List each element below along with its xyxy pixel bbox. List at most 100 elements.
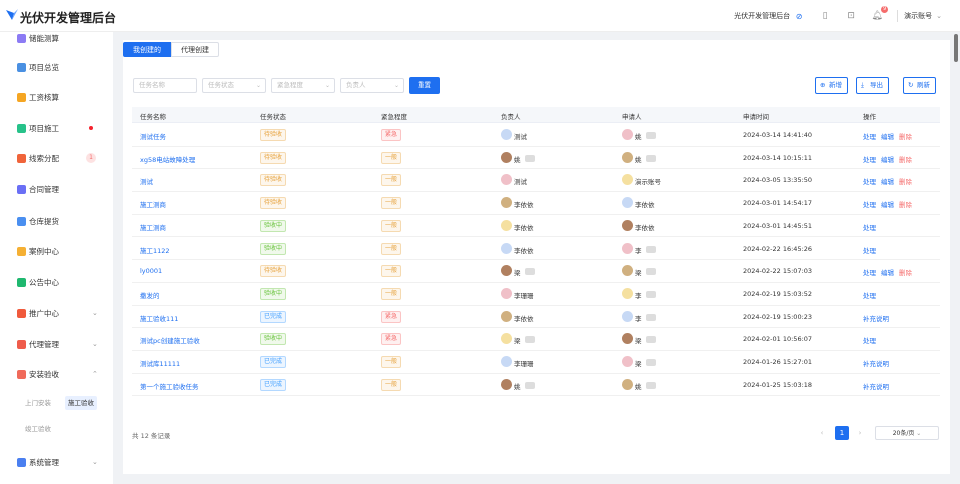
export-button[interactable]: ⤓ 导出 xyxy=(856,77,889,94)
urgency-badge: 一般 xyxy=(381,287,402,300)
sidebar-item-label: 工资核算 xyxy=(29,92,59,102)
task-name-link[interactable]: 施工1122 xyxy=(140,245,170,255)
sidebar-item-5[interactable]: 合同管理 xyxy=(0,181,113,197)
task-name-link[interactable]: 施工验收111 xyxy=(140,313,178,323)
status-badge: 待验收 xyxy=(260,265,287,278)
edit-link[interactable]: 编辑 xyxy=(881,178,894,186)
process-link[interactable]: 处理 xyxy=(863,156,876,164)
page-size-select[interactable]: 20条/页 ⌄ xyxy=(875,426,939,440)
task-name-link[interactable]: 测试pc创建施工验收 xyxy=(140,335,200,345)
bell-icon[interactable]: 🔔︎ 9 xyxy=(871,6,889,22)
process-link[interactable]: 处理 xyxy=(863,178,876,186)
table-row: 测试库11111 已完成 一般 李珊珊 梁 2024-01-26 15:27:01 补充说明 xyxy=(132,351,940,374)
sidebar-item-2[interactable]: 工资核算 xyxy=(0,89,113,105)
page-number-current[interactable]: 1 xyxy=(835,426,849,440)
sidebar-item-label: 线索分配 xyxy=(29,153,59,163)
sidebar-item-4[interactable]: 线索分配 1 xyxy=(0,150,113,166)
sidebar-item-6[interactable]: 仓库提货 xyxy=(0,213,113,229)
task-name-input[interactable]: 任务名称 xyxy=(133,78,197,93)
task-status-select[interactable]: 任务状态 ⌄ xyxy=(202,78,266,93)
sidebar-item-0[interactable]: 储能测算 xyxy=(0,30,113,46)
sidebar-item-3[interactable]: 项目施工 xyxy=(0,120,113,136)
tab-my-created[interactable]: 我创建的 xyxy=(123,42,171,57)
next-page-button[interactable]: › xyxy=(853,426,867,440)
sidebar-item-10[interactable]: 代理管理 ⌄ xyxy=(0,336,113,352)
sidebar-item-1[interactable]: 项目总览 xyxy=(0,59,113,75)
task-name-link[interactable]: 撒发的 xyxy=(140,290,160,300)
task-name-link[interactable]: 测试库11111 xyxy=(140,358,180,368)
urgency-badge: 一般 xyxy=(381,265,402,278)
process-link[interactable]: 处理 xyxy=(863,337,876,345)
edit-link[interactable]: 编辑 xyxy=(881,133,894,141)
redacted xyxy=(646,381,656,389)
scrollbar[interactable] xyxy=(954,34,958,62)
submenu-item-2[interactable]: 竣工验收 xyxy=(22,422,54,436)
avatar xyxy=(501,197,512,209)
delete-link[interactable]: 删除 xyxy=(899,156,912,164)
refresh-button[interactable]: ↻ 刷新 xyxy=(903,77,936,94)
divider xyxy=(897,10,899,22)
avatar xyxy=(622,197,633,209)
urgency-badge: 一般 xyxy=(381,378,402,391)
col-applicant: 申请人 xyxy=(622,113,642,121)
task-name-link[interactable]: ly0001 xyxy=(140,267,162,275)
avatar xyxy=(501,129,512,140)
submenu-item-0[interactable]: 上门安装 xyxy=(22,396,54,410)
menu-icon xyxy=(17,339,26,349)
chevron-down-icon[interactable]: ⌄ xyxy=(936,12,942,20)
delete-link[interactable]: 删除 xyxy=(899,269,912,277)
status-badge: 已完成 xyxy=(260,378,287,391)
edit-link[interactable]: 编辑 xyxy=(881,156,894,164)
edit-link[interactable]: 编辑 xyxy=(881,269,894,277)
apply-time: 2024-01-25 15:03:18 xyxy=(743,380,813,389)
status-badge: 验收中 xyxy=(260,287,287,300)
task-name-link[interactable]: xg58电站故障处理 xyxy=(140,154,195,164)
apply-time: 2024-01-26 15:27:01 xyxy=(743,358,813,366)
plus-circle-icon: ⊕ xyxy=(820,81,826,89)
supplement-link[interactable]: 补充说明 xyxy=(863,383,889,391)
mobile-icon[interactable]: ▯ xyxy=(819,10,831,22)
process-link[interactable]: 处理 xyxy=(863,224,876,232)
table-header: 任务名称 任务状态 紧急程度 负责人 申请人 申请时间 操作 xyxy=(132,107,940,123)
sidebar-item-9[interactable]: 推广中心 ⌄ xyxy=(0,305,113,321)
task-name-link[interactable]: 施工测商 xyxy=(140,199,166,209)
prev-page-button[interactable]: ‹ xyxy=(815,426,829,440)
owner-select[interactable]: 负责人 ⌄ xyxy=(340,78,404,93)
tab-agent-created[interactable]: 代理创建 xyxy=(171,42,219,57)
applicant-name: 李 xyxy=(635,291,642,300)
supplement-link[interactable]: 补充说明 xyxy=(863,360,889,368)
table-row: 测试 待验收 一般 测试 演示账号 2024-03-05 13:35:50 处理 编辑 删除 xyxy=(132,169,940,193)
reset-button[interactable]: 重置 xyxy=(409,77,440,94)
count-badge: 1 xyxy=(86,153,96,163)
sidebar-item-11[interactable]: 安装验收 ⌃ xyxy=(0,366,113,382)
process-link[interactable]: 处理 xyxy=(863,133,876,141)
row-actions: 处理 编辑 删除 xyxy=(863,154,917,164)
process-link[interactable]: 处理 xyxy=(863,247,876,255)
redacted xyxy=(525,336,535,344)
task-name-link[interactable]: 施工测商 xyxy=(140,222,166,232)
add-button[interactable]: ⊕ 新增 xyxy=(815,77,848,94)
system-name: 光伏开发管理后台 xyxy=(734,12,791,20)
delete-link[interactable]: 删除 xyxy=(899,201,912,209)
edit-link[interactable]: 编辑 xyxy=(881,201,894,209)
task-name-link[interactable]: 第一个施工验收任务 xyxy=(140,381,199,391)
avatar xyxy=(622,287,633,299)
task-status-placeholder: 任务状态 xyxy=(208,81,234,89)
delete-link[interactable]: 删除 xyxy=(899,133,912,141)
task-name-link[interactable]: 测试 xyxy=(140,176,153,186)
task-name-link[interactable]: 测试任务 xyxy=(140,131,166,141)
process-link[interactable]: 处理 xyxy=(863,201,876,209)
submenu-item-1[interactable]: 施工验收 xyxy=(65,396,97,410)
user-menu[interactable]: 演示账号 xyxy=(904,11,932,21)
sidebar-item-7[interactable]: 案例中心 xyxy=(0,243,113,259)
avatar xyxy=(622,174,633,186)
process-link[interactable]: 处理 xyxy=(863,292,876,300)
urgency-select[interactable]: 紧急程度 ⌄ xyxy=(271,78,335,93)
sidebar-item-8[interactable]: 公告中心 xyxy=(0,274,113,290)
fullscreen-icon[interactable]: ⊡ xyxy=(845,10,857,22)
delete-link[interactable]: 删除 xyxy=(899,178,912,186)
sidebar-item-12[interactable]: 系统管理 ⌄ xyxy=(0,454,113,470)
row-actions: 处理 编辑 删除 xyxy=(863,267,917,277)
supplement-link[interactable]: 补充说明 xyxy=(863,315,889,323)
process-link[interactable]: 处理 xyxy=(863,269,876,277)
